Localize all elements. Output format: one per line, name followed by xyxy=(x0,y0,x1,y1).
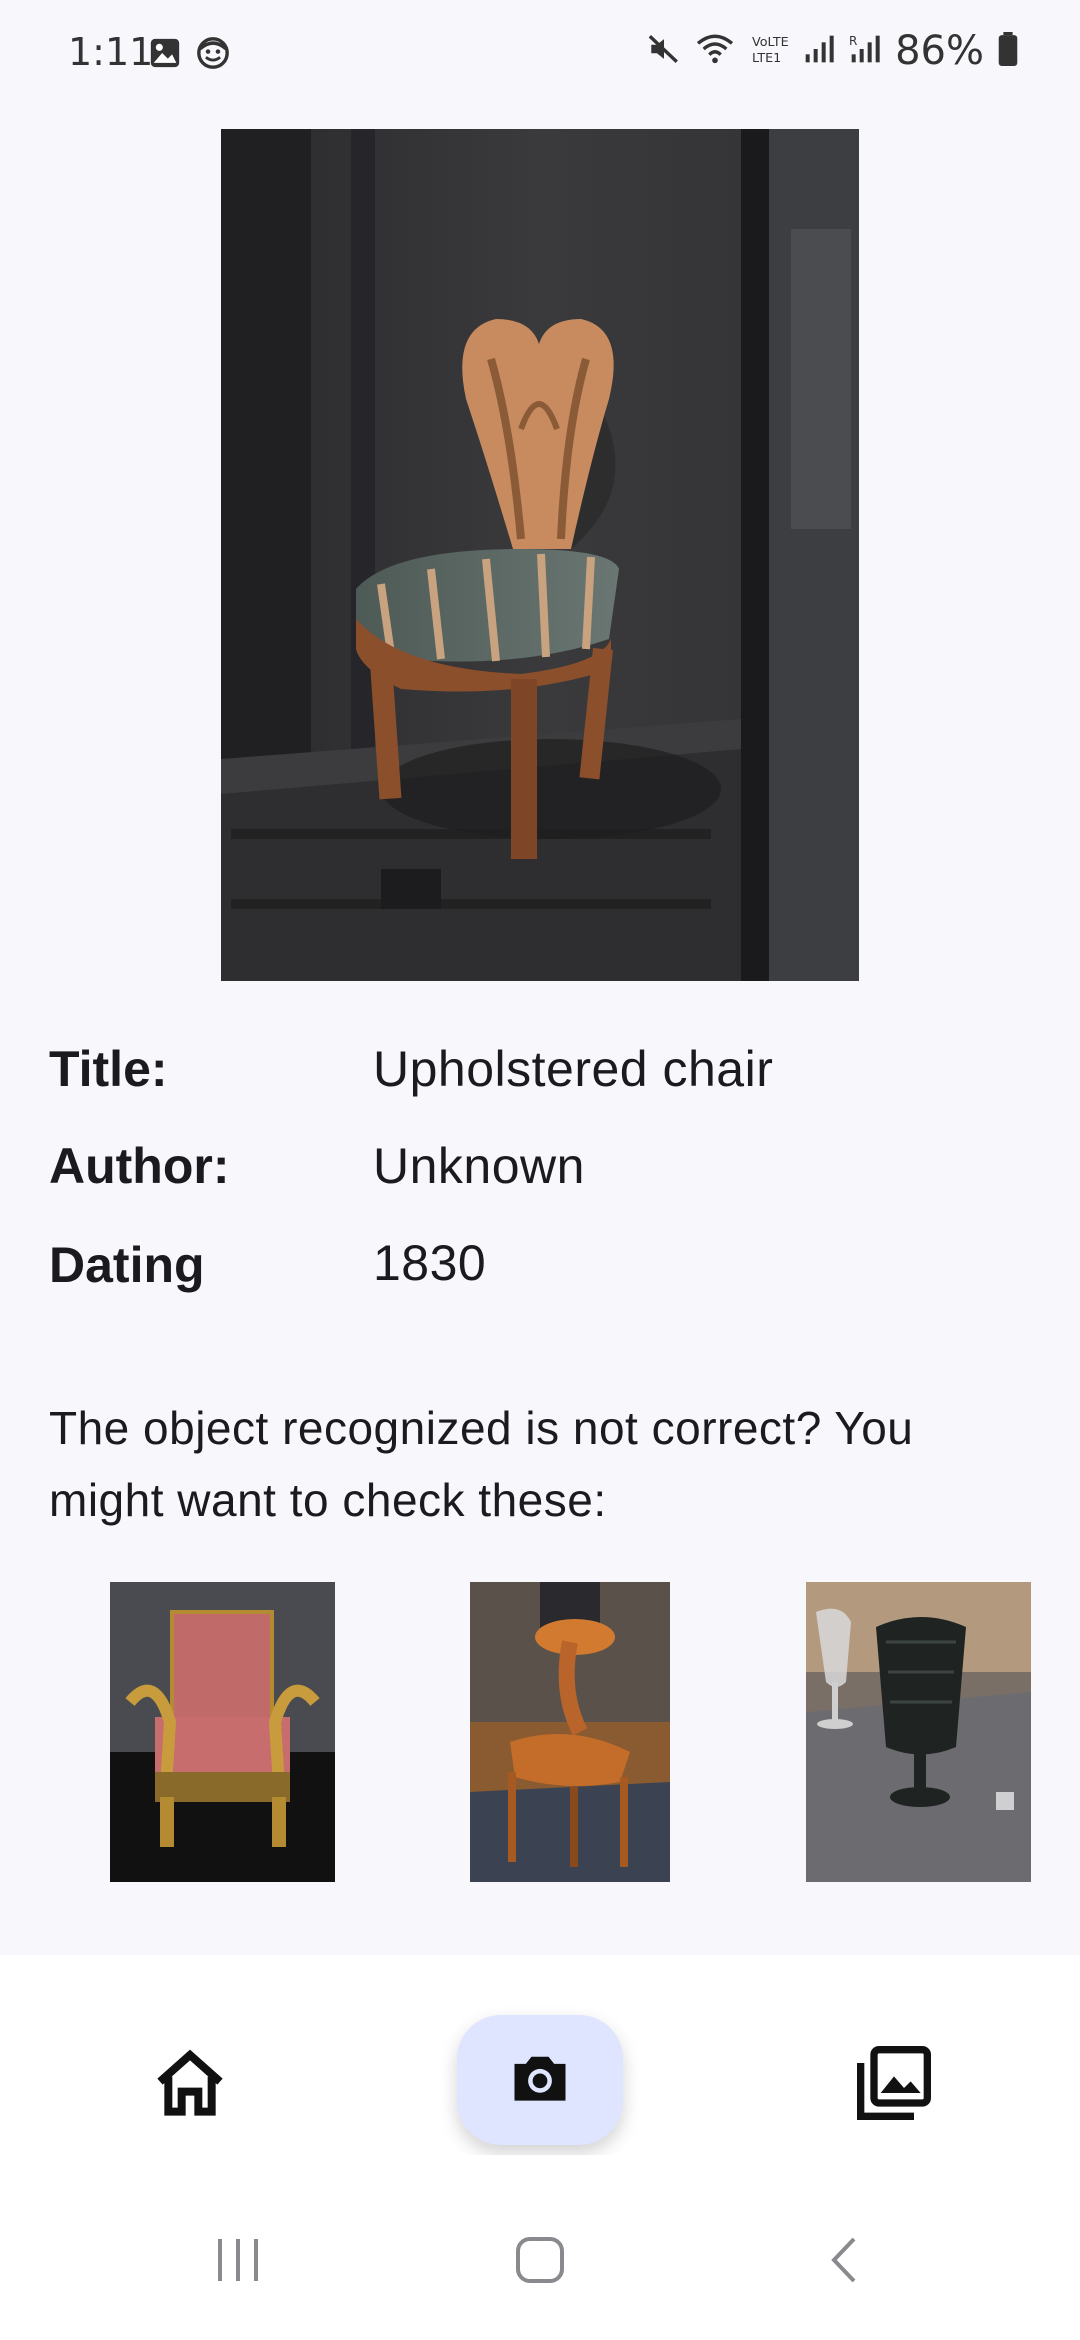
artwork-details: Title: Upholstered chair Author: Unknown… xyxy=(49,1040,1039,1304)
suggestions-list xyxy=(0,1582,1080,1882)
emoji-icon xyxy=(196,36,230,75)
battery-icon xyxy=(998,31,1018,71)
svg-text:VoLTE: VoLTE xyxy=(752,35,789,50)
status-time: 1:11 xyxy=(68,30,154,74)
author-value: Unknown xyxy=(373,1138,585,1194)
dating-label: Dating from: xyxy=(49,1237,205,1304)
title-row: Title: Upholstered chair xyxy=(49,1040,1039,1137)
volte-icon: VoLTE LTE1 xyxy=(749,32,789,71)
title-label: Title: xyxy=(49,1041,168,1097)
dating-value: 1830 xyxy=(373,1235,487,1291)
status-bar: 1:11 VoLTE LTE1 R 86% xyxy=(0,0,1080,100)
home-icon[interactable] xyxy=(150,2045,230,2125)
recents-button[interactable] xyxy=(214,2235,262,2290)
svg-text:R: R xyxy=(849,34,857,48)
goblet-photo[interactable] xyxy=(806,1582,1031,1882)
signal-icon xyxy=(803,32,835,71)
recognized-object-photo xyxy=(221,129,859,981)
system-navigation-bar xyxy=(0,2155,1080,2340)
gallery-icon[interactable] xyxy=(854,2043,934,2123)
mute-icon xyxy=(647,32,681,71)
wifi-icon xyxy=(695,32,735,71)
author-label: Author: xyxy=(49,1138,230,1194)
bottom-navigation xyxy=(0,1955,1080,2155)
back-button[interactable] xyxy=(826,2235,862,2290)
armchair-photo[interactable] xyxy=(110,1582,335,1882)
svg-text:LTE1: LTE1 xyxy=(752,50,781,65)
camera-tab-button[interactable] xyxy=(457,2015,623,2145)
home-button[interactable] xyxy=(514,2235,566,2290)
image-icon xyxy=(148,36,182,75)
title-value: Upholstered chair xyxy=(373,1041,774,1097)
side-chair-photo[interactable] xyxy=(470,1582,670,1882)
author-row: Author: Unknown xyxy=(49,1137,1039,1234)
suggestions-prompt: The object recognized is not correct? Yo… xyxy=(49,1402,914,1526)
camera-icon xyxy=(506,2044,574,2117)
battery-percent: 86% xyxy=(895,28,984,74)
signal-r-icon: R xyxy=(849,32,881,71)
dating-row: Dating from: 1830 xyxy=(49,1234,1039,1304)
